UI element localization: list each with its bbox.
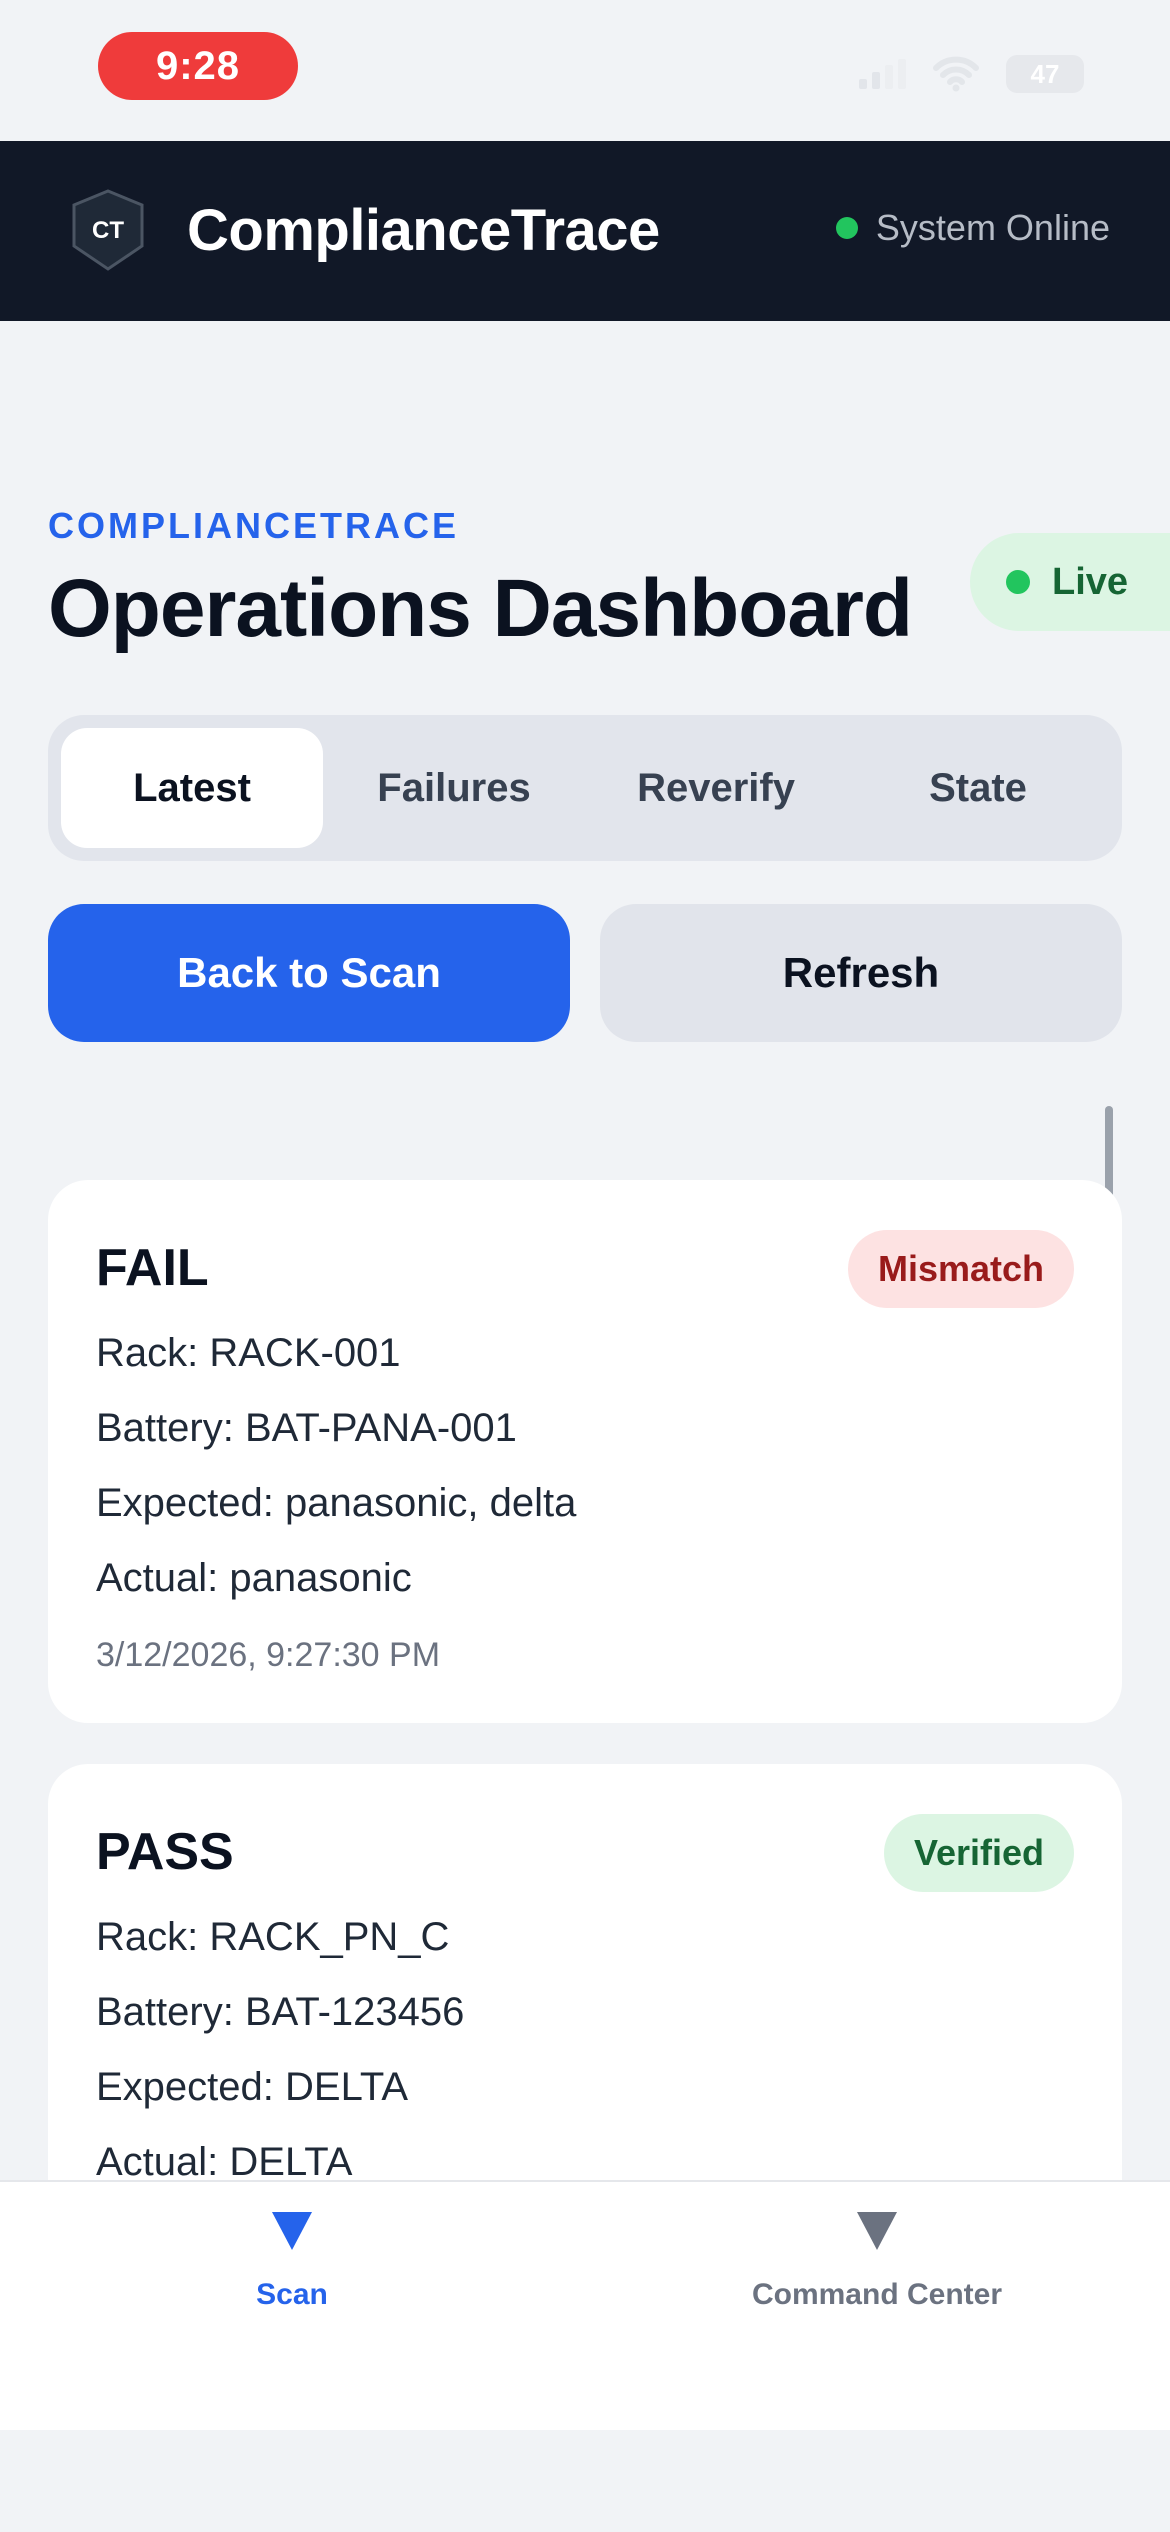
nav-command-center-label: Command Center <box>751 2278 1003 2311</box>
system-status: System Online <box>835 207 1110 249</box>
status-bar: 9:28 47 <box>0 0 1170 141</box>
view-tabs: Latest Failures Reverify State <box>48 715 1122 861</box>
nav-scan[interactable]: Scan <box>142 2212 442 2312</box>
record-actual: Actual: DELTA <box>96 2140 353 2180</box>
scan-icon <box>272 2212 312 2250</box>
online-dot-icon <box>835 217 858 239</box>
record-actual: Actual: panasonic <box>96 1556 412 1600</box>
cellular-signal-icon <box>859 59 906 89</box>
live-dot-icon <box>1006 570 1030 594</box>
nav-scan-label: Scan <box>256 2278 328 2311</box>
tab-failures[interactable]: Failures <box>323 728 585 848</box>
tab-state[interactable]: State <box>847 728 1109 848</box>
record-timestamp: 3/12/2026, 9:27:30 PM <box>96 1636 441 1674</box>
status-time: 9:28 <box>98 32 298 100</box>
tab-reverify[interactable]: Reverify <box>585 728 847 848</box>
tab-latest[interactable]: Latest <box>61 728 323 848</box>
record-card[interactable]: FAIL Mismatch Rack: RACK-001 Battery: BA… <box>48 1180 1122 1723</box>
status-badge: Mismatch <box>847 1230 1074 1308</box>
record-status: PASS <box>96 1823 234 1881</box>
record-status: FAIL <box>96 1239 209 1297</box>
battery-icon: 47 <box>1006 55 1084 93</box>
record-expected: Expected: panasonic, delta <box>96 1481 577 1525</box>
record-expected: Expected: DELTA <box>96 2065 408 2109</box>
record-battery: Battery: BAT-123456 <box>96 1990 465 2034</box>
record-battery: Battery: BAT-PANA-001 <box>96 1406 517 1450</box>
app-title: ComplianceTrace <box>187 198 660 263</box>
wifi-icon <box>933 56 979 92</box>
nav-command-center[interactable]: Command Center <box>727 2212 1027 2312</box>
command-center-icon <box>857 2212 897 2250</box>
record-rack: Rack: RACK-001 <box>96 1331 401 1375</box>
record-rack: Rack: RACK_PN_C <box>96 1915 450 1959</box>
back-to-scan-button[interactable]: Back to Scan <box>48 904 570 1042</box>
record-card[interactable]: PASS Verified Rack: RACK_PN_C Battery: B… <box>48 1764 1122 2180</box>
page-title: Operations Dashboard <box>48 563 913 654</box>
system-status-label: System Online <box>875 207 1110 248</box>
shield-logo-icon: CT <box>72 189 144 271</box>
app-screen: 9:28 47 CT ComplianceTrace System Online… <box>0 0 1170 2532</box>
logo-text: CT <box>92 217 124 244</box>
live-label: Live <box>1052 560 1129 603</box>
app-header: CT ComplianceTrace System Online <box>0 141 1170 321</box>
bottom-tab-bar: Scan Command Center <box>0 2180 1170 2430</box>
records-list: FAIL Mismatch Rack: RACK-001 Battery: BA… <box>48 1128 1122 2180</box>
live-badge: Live <box>970 533 1170 631</box>
status-icons: 47 <box>859 54 1084 94</box>
status-badge: Verified <box>883 1814 1074 1892</box>
page-eyebrow: COMPLIANCETRACE <box>48 505 459 546</box>
refresh-button[interactable]: Refresh <box>600 904 1122 1042</box>
